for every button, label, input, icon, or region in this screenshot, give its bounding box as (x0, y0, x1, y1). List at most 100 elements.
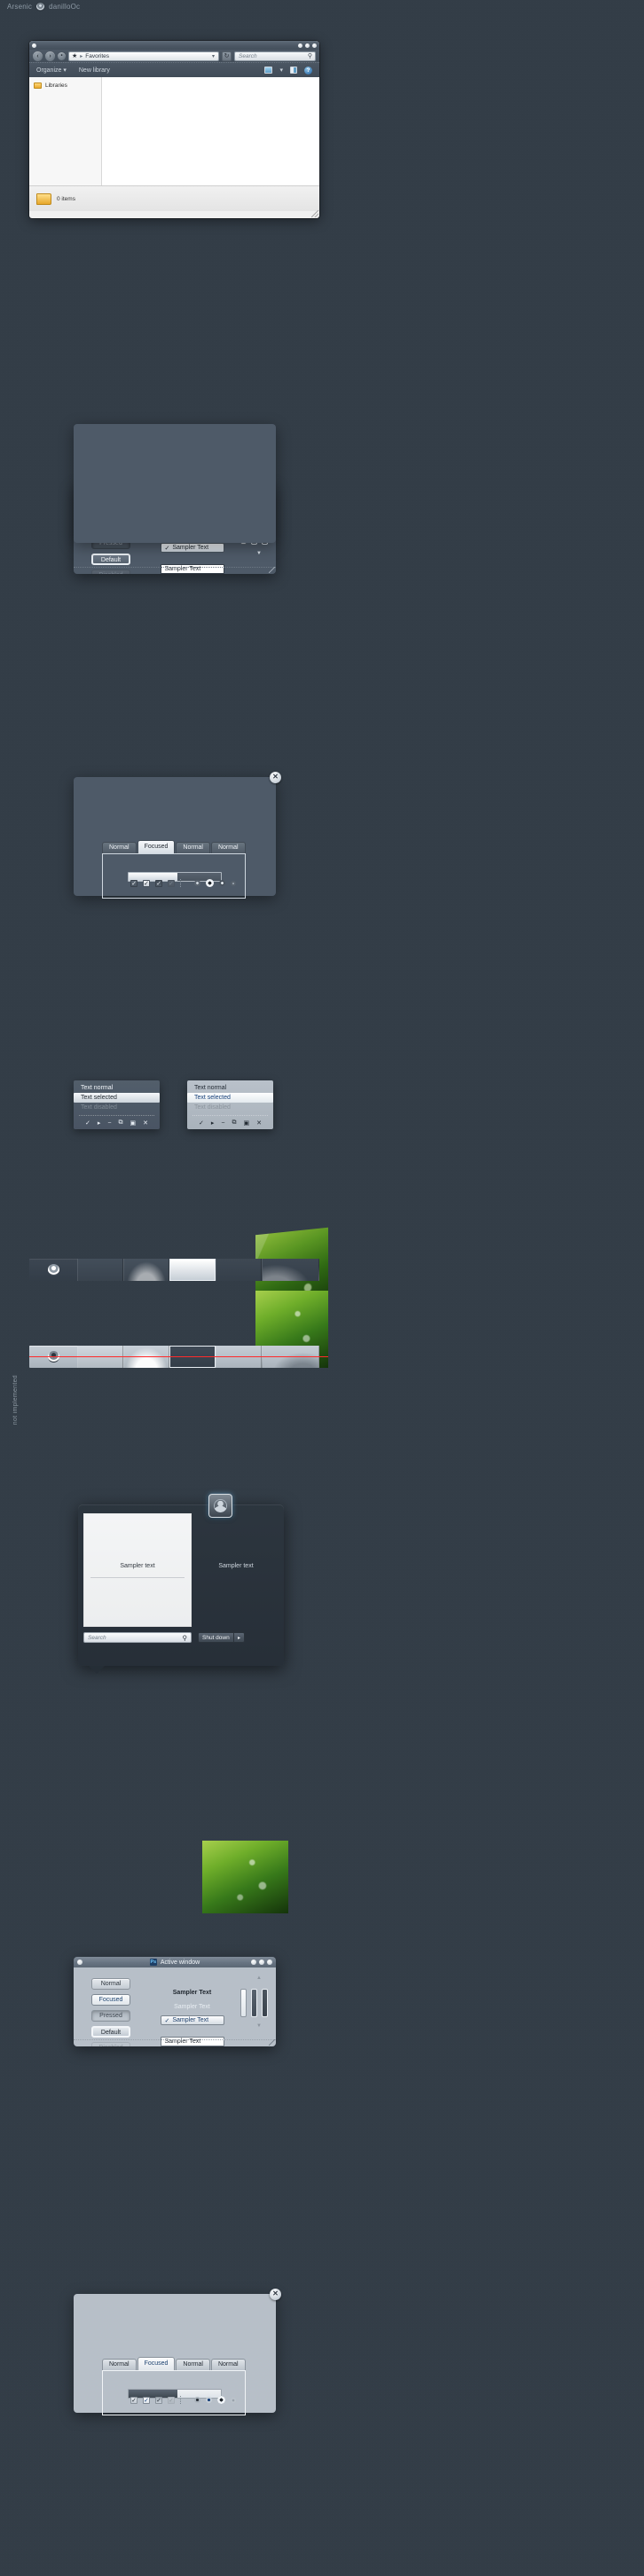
forward-button[interactable]: › (45, 51, 55, 61)
resize-grip[interactable] (269, 567, 275, 573)
tab-normal-2[interactable]: Normal (176, 2359, 210, 2370)
checkbox-normal[interactable]: ✓ (130, 879, 137, 887)
start-menu[interactable]: Sampler text Sampler text Search ⚲ Shut … (78, 1504, 284, 1666)
taskbar-dark[interactable] (29, 1259, 319, 1281)
organize-button[interactable]: Organize ▾ (36, 67, 67, 74)
nav-item-libraries[interactable]: Libraries (34, 82, 97, 89)
titlebar[interactable]: Ps Active window (74, 1957, 276, 1967)
text-input[interactable]: Sampler Text (160, 564, 224, 574)
tab-normal-1[interactable]: Normal (102, 2359, 137, 2370)
radio-normal[interactable] (194, 2397, 200, 2403)
close-button[interactable]: ✕ (270, 2289, 281, 2300)
tabbed-dialog-dark[interactable]: ✕ Normal Focused Normal Normal ✓ ✓ ✓ ✓ (74, 772, 281, 899)
checkbox-pressed[interactable]: ✓ (155, 879, 162, 887)
minimize-icon[interactable]: − (221, 1120, 224, 1127)
taskbar-item-normal-3[interactable] (262, 1259, 319, 1281)
tab-normal-2[interactable]: Normal (176, 842, 210, 853)
start-button[interactable] (29, 1259, 77, 1281)
resize-grip[interactable] (311, 210, 318, 217)
tab-dialog-dark[interactable] (74, 424, 276, 543)
menu-item-normal[interactable]: Text normal (187, 1083, 273, 1093)
scroll-down-arrow[interactable]: ▼ (256, 551, 262, 556)
context-menu-dark[interactable]: Text normal Text selected Text disabled … (74, 1080, 160, 1129)
window-menu-icon[interactable] (32, 43, 36, 48)
context-menu-light[interactable]: Text normal Text selected Text disabled … (187, 1080, 273, 1129)
radio-pressed[interactable] (219, 880, 225, 886)
radio-focused[interactable] (206, 2397, 212, 2403)
resize-grip[interactable] (269, 2039, 275, 2046)
tabbed-dialog-light[interactable]: ✕ Normal Focused Normal Normal ✓ ✓ ✓ ✓ (74, 2289, 281, 2415)
recent-pages-button[interactable]: • (58, 51, 66, 60)
menu-item-selected[interactable]: Text selected (74, 1093, 160, 1103)
restore-icon[interactable]: ⧉ (232, 1119, 236, 1127)
chevron-down-icon[interactable]: ▾ (279, 67, 283, 74)
minimize-button[interactable] (251, 1959, 256, 1965)
scrollbar-track-dark[interactable] (262, 1989, 268, 2017)
button-focused[interactable]: Focused (91, 1994, 130, 2006)
search-input[interactable]: Search ⚲ (234, 51, 316, 61)
radio-normal[interactable] (194, 880, 200, 886)
window-menu-icon[interactable] (77, 1959, 82, 1965)
taskbar-item-hover[interactable] (123, 1259, 169, 1281)
combobox[interactable]: ✓ Sampler Text (160, 2015, 224, 2025)
maximize-icon[interactable]: ▣ (243, 1119, 249, 1127)
checkbox-focused[interactable]: ✓ (143, 879, 150, 887)
tab-normal-3[interactable]: Normal (210, 842, 246, 853)
preview-pane-icon[interactable] (264, 67, 273, 74)
new-library-button[interactable]: New library (79, 67, 110, 74)
checkbox-focused[interactable]: ✓ (143, 2396, 150, 2404)
window-controls[interactable] (251, 1959, 272, 1965)
close-icon[interactable]: ✕ (256, 1119, 262, 1127)
maximize-button[interactable] (305, 43, 310, 48)
explorer-window[interactable]: ‹ › • ★ ▸ Favorites ▾ ↻ Search ⚲ Organiz… (29, 41, 319, 218)
menu-item-selected[interactable]: Text selected (187, 1093, 273, 1103)
chevron-down-icon[interactable]: ▾ (212, 53, 215, 59)
taskbar-item-normal-2[interactable] (216, 1259, 262, 1281)
window-controls[interactable] (298, 43, 317, 48)
taskbar-item-active[interactable] (169, 1259, 216, 1281)
breadcrumb-path[interactable]: Favorites (85, 53, 109, 59)
check-icon[interactable]: ✓ (199, 1119, 204, 1127)
user-avatar[interactable] (208, 1494, 232, 1518)
button-pressed[interactable]: Pressed (91, 2010, 130, 2022)
maximize-icon[interactable]: ▣ (130, 1119, 136, 1127)
start-menu-search-input[interactable]: Search ⚲ (83, 1632, 192, 1643)
explorer-file-list[interactable] (102, 77, 319, 185)
tab-normal-3[interactable]: Normal (210, 2359, 246, 2370)
refresh-button[interactable]: ↻ (222, 51, 232, 61)
check-icon[interactable]: ✓ (85, 1119, 90, 1127)
text-input[interactable]: Sampler Text (160, 2037, 224, 2046)
checkbox-pressed[interactable]: ✓ (155, 2396, 162, 2404)
shutdown-button[interactable]: Shut down ▸ (198, 1632, 245, 1643)
menu-item-normal[interactable]: Text normal (74, 1083, 160, 1093)
back-button[interactable]: ‹ (33, 51, 43, 61)
address-bar[interactable]: ★ ▸ Favorites ▾ (68, 51, 219, 61)
active-window-light[interactable]: Ps Active window Normal Focused Pressed … (74, 1957, 276, 2046)
restore-icon[interactable]: ⧉ (118, 1119, 122, 1127)
close-button[interactable] (267, 1959, 272, 1965)
shutdown-options-arrow-icon[interactable]: ▸ (233, 1633, 244, 1642)
submenu-arrow-icon[interactable]: ▸ (211, 1119, 215, 1127)
tab-normal-1[interactable]: Normal (102, 842, 137, 853)
scroll-down-arrow[interactable]: ▼ (256, 2023, 262, 2029)
taskbar-item-normal[interactable] (77, 1259, 123, 1281)
close-icon[interactable]: ✕ (143, 1119, 148, 1127)
minimize-icon[interactable]: − (107, 1120, 111, 1127)
button-default[interactable]: Default (91, 554, 130, 565)
scroll-up-arrow[interactable]: ▲ (256, 1975, 262, 1981)
button-default[interactable]: Default (91, 2026, 130, 2038)
checkbox-normal[interactable]: ✓ (130, 2396, 137, 2404)
close-button[interactable] (312, 43, 317, 48)
tab-focused[interactable]: Focused (137, 840, 176, 853)
submenu-arrow-icon[interactable]: ▸ (98, 1119, 101, 1127)
minimize-button[interactable] (298, 43, 302, 48)
radio-focused[interactable] (206, 879, 214, 887)
layout-pane-icon[interactable] (290, 67, 297, 74)
combobox[interactable]: ✓ Sampler Text (160, 543, 224, 553)
help-icon[interactable]: ? (304, 66, 312, 75)
close-button[interactable]: ✕ (270, 772, 281, 783)
scrollbar-thumb-light[interactable] (240, 1989, 247, 2017)
start-menu-programs-pane[interactable]: Sampler text (83, 1513, 192, 1627)
maximize-button[interactable] (259, 1959, 264, 1965)
explorer-titlebar[interactable] (29, 41, 319, 50)
